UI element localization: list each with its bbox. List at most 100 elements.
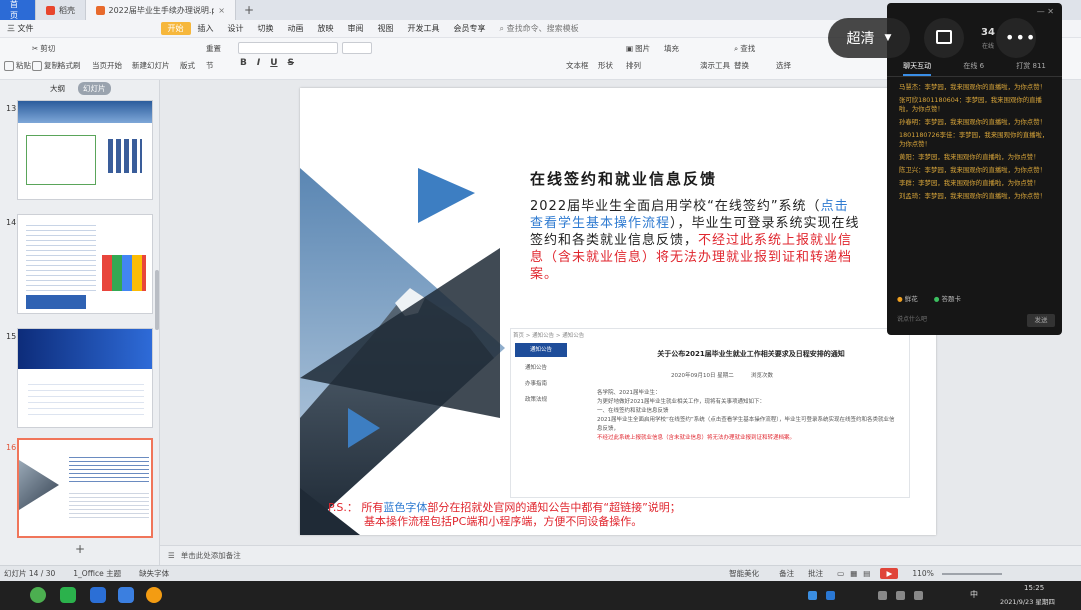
- app-icon-360[interactable]: [30, 587, 46, 603]
- paste-button[interactable]: 粘贴: [4, 60, 31, 71]
- new-tab-button[interactable]: +: [236, 3, 262, 17]
- sorter-view-icon[interactable]: ▦: [850, 569, 857, 578]
- thumb-number: 15: [6, 332, 17, 341]
- cut-button[interactable]: ✂ 剪切: [32, 43, 55, 54]
- presenter-tools-button[interactable]: 演示工具: [700, 60, 730, 71]
- find-button[interactable]: ⌕ 查找: [734, 43, 755, 54]
- layout-button[interactable]: 版式: [180, 60, 195, 71]
- comments-toggle[interactable]: 批注: [808, 568, 823, 579]
- thumb-number: 14: [6, 218, 17, 227]
- tab-gift[interactable]: 打赏 811: [1016, 61, 1046, 76]
- font-family-select[interactable]: [238, 42, 338, 54]
- reset-button[interactable]: 重置: [206, 43, 221, 54]
- font-missing[interactable]: 缺失字体: [139, 568, 169, 579]
- tab-slides[interactable]: 幻灯片: [78, 82, 111, 95]
- copy-button[interactable]: 复制: [32, 60, 59, 71]
- zoom-level[interactable]: 110%: [912, 569, 933, 578]
- notice-tab-active[interactable]: 通知公告: [515, 343, 567, 357]
- quality-selector[interactable]: 超清 ▼: [828, 18, 910, 58]
- send-button[interactable]: 发送: [1027, 314, 1055, 327]
- close-icon[interactable]: ×: [218, 6, 225, 15]
- bold-button[interactable]: B: [240, 58, 247, 68]
- notice-tab[interactable]: 通知公告: [525, 363, 547, 371]
- slide-thumbnail-14[interactable]: [17, 214, 153, 314]
- notes-toggle[interactable]: 备注: [779, 568, 794, 579]
- underline-button[interactable]: U: [270, 58, 277, 68]
- italic-button[interactable]: I: [257, 58, 260, 68]
- tab-document[interactable]: 2022届毕业生手续办理说明.ppt ×: [86, 0, 236, 20]
- add-slide-button[interactable]: +: [75, 542, 85, 556]
- quality-label: 超清: [846, 31, 875, 47]
- tab-chat[interactable]: 聊天互动: [903, 61, 932, 76]
- textbox-button[interactable]: 文本框: [566, 60, 589, 71]
- shape-button[interactable]: 形状: [598, 60, 613, 71]
- file-menu[interactable]: 三 文件: [0, 23, 41, 34]
- command-search[interactable]: ⌕ 查找命令、搜索模板: [493, 23, 586, 34]
- select-button[interactable]: 选择: [776, 60, 791, 71]
- arrange-button[interactable]: 排列: [626, 60, 641, 71]
- reading-view-icon[interactable]: ▤: [863, 569, 870, 578]
- menu-item-view[interactable]: 视图: [371, 23, 401, 34]
- cut-label: 剪切: [40, 44, 56, 53]
- tab-online[interactable]: 在线 6: [963, 61, 984, 76]
- chat-input[interactable]: 说点什么吧: [893, 313, 1003, 327]
- app-icon-orange[interactable]: [146, 587, 162, 603]
- minimize-icon[interactable]: —: [1037, 7, 1045, 16]
- tray-icon[interactable]: [878, 591, 887, 600]
- slide-thumbnail-16[interactable]: [17, 438, 153, 538]
- normal-view-icon[interactable]: ▭: [837, 569, 844, 578]
- tab-home[interactable]: 首页: [0, 0, 36, 20]
- menu-item-home[interactable]: 开始: [160, 22, 191, 35]
- tab-outline[interactable]: 大纲: [45, 82, 70, 95]
- ime-indicator[interactable]: 中: [970, 589, 978, 600]
- format-painter-button[interactable]: 格式刷: [58, 60, 81, 71]
- menu-item-member[interactable]: 会员专享: [447, 23, 493, 34]
- tray-icon[interactable]: [808, 591, 817, 600]
- answer-card-button[interactable]: ● 答题卡: [934, 293, 961, 303]
- clock-date[interactable]: 2021/9/23 星期四: [1000, 596, 1055, 606]
- panel-scrollbar[interactable]: [155, 270, 159, 330]
- notice-tab[interactable]: 办事指南: [525, 379, 547, 387]
- picture-button[interactable]: ▣ 图片: [626, 43, 650, 54]
- play-slideshow-button[interactable]: ▶: [880, 568, 899, 579]
- close-icon[interactable]: ✕: [1047, 7, 1054, 16]
- play-from-current-button[interactable]: 当页开始: [92, 60, 122, 71]
- menu-item-animation[interactable]: 动画: [281, 23, 311, 34]
- zoom-slider[interactable]: [941, 572, 1002, 575]
- wechat-icon[interactable]: [60, 587, 76, 603]
- new-slide-button[interactable]: 新建幻灯片: [132, 60, 170, 71]
- thumb-notice: [69, 490, 149, 520]
- fill-button[interactable]: 填充: [664, 43, 679, 54]
- pip-button[interactable]: [924, 18, 964, 58]
- menu-item-design[interactable]: 设计: [221, 23, 251, 34]
- chat-tabs: 聊天互动 在线 6 打赏 811: [887, 61, 1062, 77]
- tab-docer[interactable]: 稻壳: [36, 0, 86, 20]
- menu-item-dev-tools[interactable]: 开发工具: [401, 23, 447, 34]
- app-icon-blue[interactable]: [118, 587, 134, 603]
- font-size-select[interactable]: [342, 42, 372, 54]
- slide-thumbnail-15[interactable]: [17, 328, 153, 428]
- flower-button[interactable]: ● 鲜花: [897, 293, 918, 303]
- menu-item-review[interactable]: 审阅: [341, 23, 371, 34]
- menu-item-insert[interactable]: 插入: [191, 23, 221, 34]
- clock-time[interactable]: 15:25: [1024, 584, 1044, 592]
- smart-beautify-button[interactable]: 智能美化: [729, 568, 759, 579]
- current-slide[interactable]: 在线签约和就业信息反馈 2022届毕业生全面启用学校“在线签约”系统（点击查看学…: [300, 88, 936, 535]
- arrange-label: 排列: [626, 61, 641, 70]
- notes-bar[interactable]: ☰ 单击此处添加备注: [160, 545, 1081, 565]
- tray-icon[interactable]: [914, 591, 923, 600]
- ps-line2: 基本操作流程包括PC端和小程序端，方便不同设备操作。: [364, 515, 643, 528]
- slide-thumbnail-13[interactable]: [17, 100, 153, 200]
- notice-tab[interactable]: 政策法规: [525, 395, 547, 403]
- tray-icon[interactable]: [896, 591, 905, 600]
- menu-item-transition[interactable]: 切换: [251, 23, 281, 34]
- section-button[interactable]: 节: [206, 60, 214, 71]
- replace-button[interactable]: 替换: [734, 60, 749, 71]
- more-button[interactable]: •••: [996, 18, 1036, 58]
- word-icon[interactable]: [90, 587, 106, 603]
- tray-icon[interactable]: [826, 591, 835, 600]
- strikethrough-button[interactable]: S: [288, 58, 294, 68]
- textbox-label: 文本框: [566, 61, 589, 70]
- menu-item-slideshow[interactable]: 放映: [311, 23, 341, 34]
- ppt-file-icon: [96, 5, 105, 15]
